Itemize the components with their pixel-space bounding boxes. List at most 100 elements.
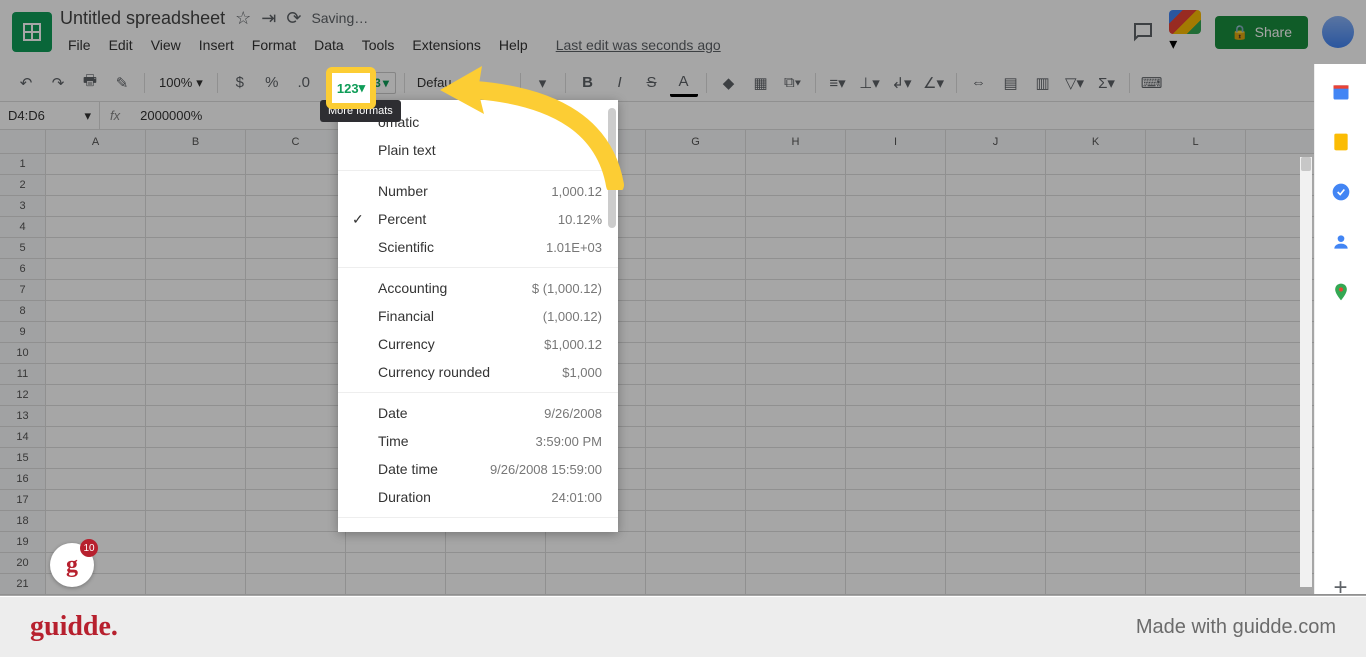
vertical-scrollbar[interactable] bbox=[1300, 157, 1312, 587]
menu-insert[interactable]: Insert bbox=[191, 33, 242, 57]
row-header[interactable]: 8 bbox=[0, 301, 45, 322]
redo-icon[interactable]: ↷ bbox=[44, 69, 72, 97]
col-header[interactable]: J bbox=[946, 130, 1046, 153]
saving-status: Saving… bbox=[311, 10, 368, 26]
format-menu-item[interactable]: ✓Percent10.12% bbox=[338, 205, 618, 233]
star-icon[interactable]: ☆ bbox=[235, 8, 251, 29]
row-header[interactable]: 7 bbox=[0, 280, 45, 301]
chart-icon[interactable]: ▥ bbox=[1029, 69, 1057, 97]
col-header[interactable]: H bbox=[746, 130, 846, 153]
link-icon[interactable]: ⇔ bbox=[965, 69, 993, 97]
check-icon: ✓ bbox=[352, 211, 364, 228]
row-header[interactable]: 3 bbox=[0, 196, 45, 217]
format-menu-item[interactable]: Currency rounded$1,000 bbox=[338, 358, 618, 386]
calendar-icon[interactable] bbox=[1331, 82, 1351, 102]
name-box[interactable]: D4:D6▾ bbox=[0, 102, 100, 129]
fill-color-icon[interactable]: ◆ bbox=[715, 69, 743, 97]
menu-file[interactable]: File bbox=[60, 33, 99, 57]
filter-icon[interactable]: ▽▾ bbox=[1061, 69, 1089, 97]
contacts-icon[interactable] bbox=[1331, 232, 1351, 252]
row-header[interactable]: 13 bbox=[0, 406, 45, 427]
format-item-sample: 3:59:00 PM bbox=[536, 434, 603, 449]
col-header[interactable]: C bbox=[246, 130, 346, 153]
row-header[interactable]: 9 bbox=[0, 322, 45, 343]
format-item-label: Scientific bbox=[378, 239, 546, 255]
currency-icon[interactable]: $ bbox=[226, 69, 254, 97]
text-color-icon[interactable]: A bbox=[670, 69, 698, 97]
menu-view[interactable]: View bbox=[143, 33, 189, 57]
paint-format-icon[interactable]: ✎ bbox=[108, 69, 136, 97]
row-header[interactable]: 5 bbox=[0, 238, 45, 259]
decrease-decimal-icon[interactable]: .0 bbox=[290, 69, 318, 97]
format-menu-item[interactable]: Accounting$ (1,000.12) bbox=[338, 274, 618, 302]
h-align-icon[interactable]: ≡▾ bbox=[824, 69, 852, 97]
format-menu-item[interactable]: Date9/26/2008 bbox=[338, 399, 618, 427]
meet-icon[interactable]: ▾ bbox=[1169, 10, 1201, 54]
move-folder-icon[interactable]: ⇥ bbox=[261, 8, 276, 29]
menu-extensions[interactable]: Extensions bbox=[404, 33, 488, 57]
row-header[interactable]: 17 bbox=[0, 490, 45, 511]
row-header[interactable]: 6 bbox=[0, 259, 45, 280]
functions-icon[interactable]: Σ▾ bbox=[1093, 69, 1121, 97]
wrap-icon[interactable]: ↲▾ bbox=[888, 69, 916, 97]
menu-format[interactable]: Format bbox=[244, 33, 304, 57]
format-menu-item[interactable]: Time3:59:00 PM bbox=[338, 427, 618, 455]
row-header[interactable]: 18 bbox=[0, 511, 45, 532]
print-icon[interactable]: 🖶 bbox=[76, 69, 104, 97]
row-header[interactable]: 12 bbox=[0, 385, 45, 406]
col-header[interactable]: B bbox=[146, 130, 246, 153]
comment-icon[interactable]: ▤ bbox=[997, 69, 1025, 97]
row-header[interactable]: 4 bbox=[0, 217, 45, 238]
spreadsheet-grid[interactable]: A B C D E F G H I J K L 1234567891011121… bbox=[0, 130, 1366, 596]
rotate-icon[interactable]: ∠▾ bbox=[920, 69, 948, 97]
format-menu-item[interactable]: Date time9/26/2008 15:59:00 bbox=[338, 455, 618, 483]
maps-icon[interactable] bbox=[1331, 282, 1351, 302]
format-menu-item[interactable]: Financial(1,000.12) bbox=[338, 302, 618, 330]
keyboard-icon[interactable]: ⌨ bbox=[1138, 69, 1166, 97]
row-header[interactable]: 15 bbox=[0, 448, 45, 469]
account-avatar[interactable] bbox=[1322, 16, 1354, 48]
add-panel-icon[interactable]: + bbox=[1331, 574, 1351, 594]
doc-title[interactable]: Untitled spreadsheet bbox=[60, 8, 225, 29]
col-header[interactable]: I bbox=[846, 130, 946, 153]
row-header[interactable]: 19 bbox=[0, 532, 45, 553]
strikethrough-icon[interactable]: S bbox=[638, 69, 666, 97]
share-button[interactable]: 🔒 Share bbox=[1215, 16, 1308, 49]
undo-icon[interactable]: ↶ bbox=[12, 69, 40, 97]
col-header[interactable]: G bbox=[646, 130, 746, 153]
format-menu-item[interactable]: Currency$1,000.12 bbox=[338, 330, 618, 358]
col-header[interactable]: L bbox=[1146, 130, 1246, 153]
guidde-logo: guidde. bbox=[30, 611, 118, 643]
row-header[interactable]: 20 bbox=[0, 553, 45, 574]
merge-cells-icon[interactable]: ⧉▾ bbox=[779, 69, 807, 97]
format-menu-item[interactable]: Scientific1.01E+03 bbox=[338, 233, 618, 261]
v-align-icon[interactable]: ⊥▾ bbox=[856, 69, 884, 97]
row-header[interactable]: 2 bbox=[0, 175, 45, 196]
select-all-corner[interactable] bbox=[0, 130, 46, 153]
last-edit-link[interactable]: Last edit was seconds ago bbox=[556, 37, 721, 53]
row-header[interactable]: 21 bbox=[0, 574, 45, 595]
percent-icon[interactable]: % bbox=[258, 69, 286, 97]
formula-bar-row: D4:D6▾ fx 2000000% bbox=[0, 102, 1366, 130]
share-label: Share bbox=[1255, 24, 1292, 40]
col-header[interactable]: K bbox=[1046, 130, 1146, 153]
zoom-select[interactable]: 100% ▾ bbox=[153, 75, 209, 91]
menu-edit[interactable]: Edit bbox=[101, 33, 141, 57]
format-menu-item[interactable]: Duration24:01:00 bbox=[338, 483, 618, 511]
col-header[interactable]: A bbox=[46, 130, 146, 153]
comment-history-icon[interactable] bbox=[1131, 20, 1155, 44]
row-header[interactable]: 14 bbox=[0, 427, 45, 448]
row-header[interactable]: 11 bbox=[0, 364, 45, 385]
row-header[interactable]: 16 bbox=[0, 469, 45, 490]
row-header[interactable]: 1 bbox=[0, 154, 45, 175]
keep-icon[interactable] bbox=[1331, 132, 1351, 152]
menu-data[interactable]: Data bbox=[306, 33, 352, 57]
row-header[interactable]: 10 bbox=[0, 343, 45, 364]
tasks-icon[interactable] bbox=[1331, 182, 1351, 202]
menu-tools[interactable]: Tools bbox=[354, 33, 403, 57]
guidde-badge[interactable]: g bbox=[50, 543, 94, 587]
sheets-logo[interactable] bbox=[12, 12, 52, 52]
borders-icon[interactable]: ▦ bbox=[747, 69, 775, 97]
formula-bar[interactable]: 2000000% bbox=[130, 108, 202, 123]
menu-help[interactable]: Help bbox=[491, 33, 536, 57]
